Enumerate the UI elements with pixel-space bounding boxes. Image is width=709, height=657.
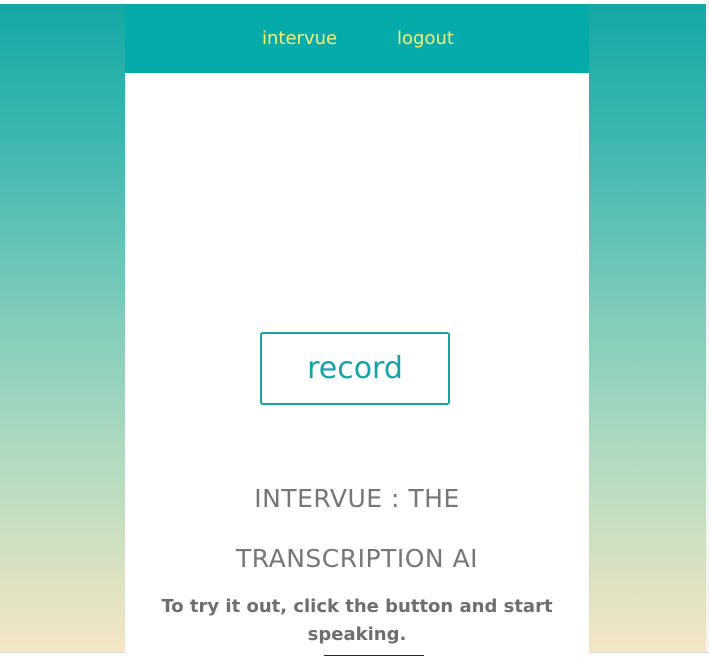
main-card: intervue logout record INTERVUE : THE TR… — [125, 4, 589, 655]
instructions-text: To try it out, click the button and star… — [161, 596, 553, 645]
page-title-line-1: INTERVUE : THE — [254, 484, 460, 513]
navbar: intervue logout — [125, 4, 589, 73]
page-title-line-2: TRANSCRIPTION AI — [235, 544, 479, 573]
record-button[interactable]: record — [260, 332, 450, 405]
nav-link-logout[interactable]: logout — [397, 28, 454, 49]
nav-link-intervue[interactable]: intervue — [262, 28, 337, 49]
